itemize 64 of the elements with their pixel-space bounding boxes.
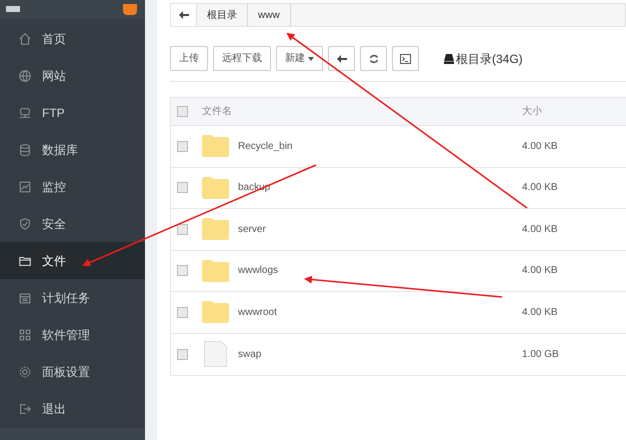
folder-icon: [202, 218, 229, 240]
monitor-icon: [6, 6, 20, 14]
shield-icon: [18, 216, 32, 230]
file-icon: [204, 341, 227, 368]
column-header: 大小: [522, 104, 542, 119]
new-dropdown-button[interactable]: 新建: [276, 46, 323, 71]
sidebar-item[interactable]: 计划任务: [0, 279, 145, 316]
row-checkbox[interactable]: [177, 348, 188, 360]
row-checkbox[interactable]: [177, 224, 188, 235]
chart-icon: [18, 180, 32, 194]
file-size: 4.00 KB: [522, 181, 558, 196]
folder-icon: [202, 260, 229, 282]
file-size: 4.00 KB: [522, 306, 558, 320]
breadcrumb-item[interactable]: 根目录: [197, 4, 248, 26]
sidebar-item[interactable]: 网站: [0, 57, 145, 94]
folder-icon: [202, 176, 229, 199]
back-button[interactable]: [328, 46, 355, 71]
left-arrow-icon: [336, 54, 346, 62]
back-button[interactable]: [171, 4, 197, 26]
file-size: 1.00 GB: [522, 348, 559, 362]
breadcrumb-item[interactable]: www: [248, 4, 291, 26]
folder-icon: [202, 301, 229, 324]
sidebar-item[interactable]: FTP: [0, 94, 145, 131]
notification-badge: [123, 4, 137, 15]
file-size: 4.00 KB: [522, 140, 558, 154]
file-size: 4.00 KB: [522, 222, 558, 237]
file-name[interactable]: wwwroot: [238, 304, 522, 320]
refresh-icon: [368, 54, 378, 64]
calendar-icon: [18, 290, 32, 304]
database-icon: [18, 142, 32, 156]
sidebar-item[interactable]: 退出: [0, 390, 145, 427]
globe-icon: [18, 68, 32, 82]
sidebar-item[interactable]: 监控: [0, 168, 145, 205]
toolbar-button[interactable]: 远程下载: [213, 46, 271, 71]
disk-label: 根目录(34G): [456, 50, 523, 68]
grid-icon: [18, 328, 32, 342]
logout-icon: [18, 402, 32, 416]
sidebar-item[interactable]: 软件管理: [0, 316, 145, 353]
left-arrow-icon: [178, 11, 188, 19]
folder-icon: [202, 135, 229, 158]
refresh-button[interactable]: [360, 46, 387, 71]
sidebar-item[interactable]: 安全: [0, 205, 145, 242]
row-checkbox[interactable]: [177, 182, 188, 194]
sidebar-item[interactable]: 数据库: [0, 131, 145, 168]
sidebar-item[interactable]: 面板设置: [0, 353, 145, 390]
caret-icon: [308, 56, 314, 60]
home-icon: [18, 32, 32, 46]
terminal-button[interactable]: [392, 46, 419, 71]
file-name[interactable]: swap: [238, 346, 522, 362]
row-checkbox[interactable]: [177, 140, 188, 152]
column-header: 文件名: [202, 104, 233, 119]
select-all-checkbox[interactable]: [177, 106, 188, 117]
settings-icon: [18, 364, 32, 378]
row-checkbox[interactable]: [177, 306, 188, 318]
toolbar-button[interactable]: 上传: [170, 46, 208, 71]
file-name[interactable]: wwwlogs: [238, 263, 522, 278]
file-name[interactable]: Recycle_bin: [238, 138, 522, 154]
terminal-icon: [400, 54, 411, 64]
sidebar-item[interactable]: 文件: [0, 242, 145, 279]
row-checkbox[interactable]: [177, 265, 188, 276]
sidebar-item[interactable]: 首页: [0, 20, 145, 57]
file-name[interactable]: server: [238, 222, 522, 237]
server-icon: [18, 106, 32, 120]
file-size: 4.00 KB: [522, 264, 558, 278]
